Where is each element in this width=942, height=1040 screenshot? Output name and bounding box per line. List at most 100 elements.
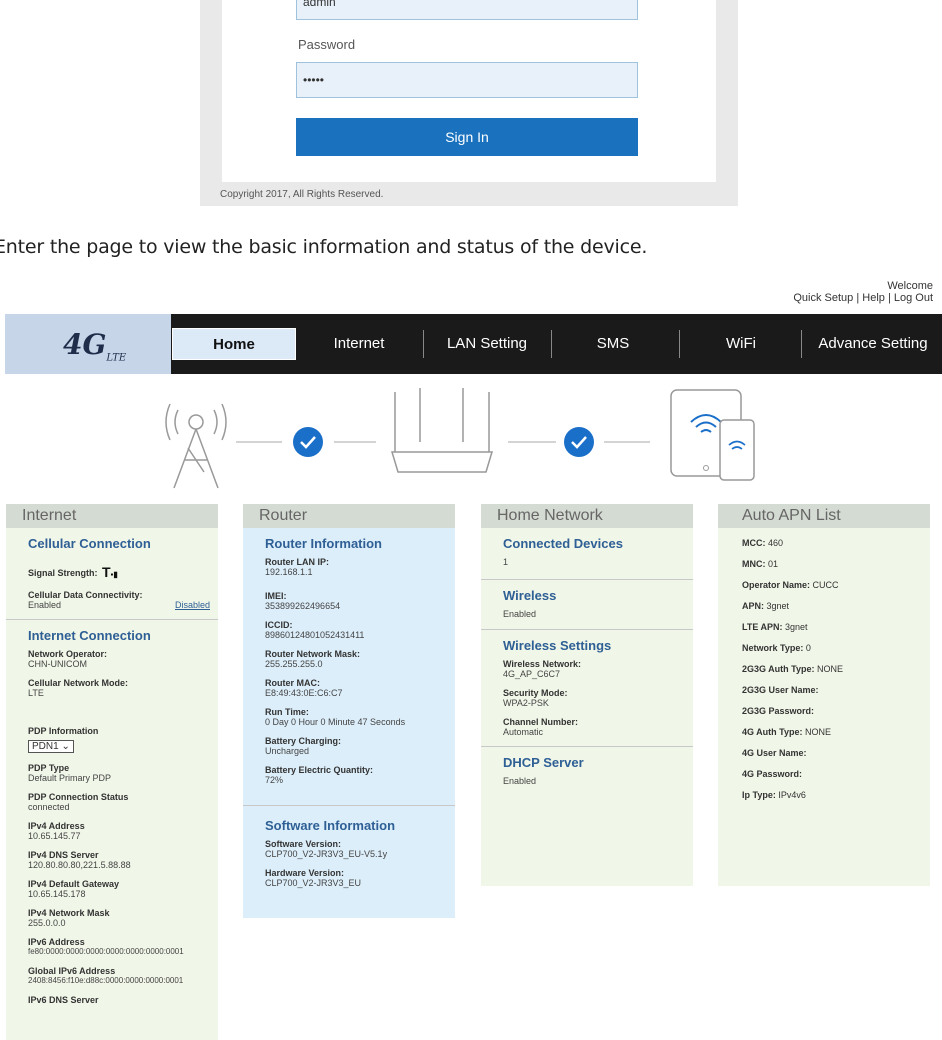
apn-field-value: 3gnet bbox=[766, 601, 790, 611]
field-value: 0 Day 0 Hour 0 Minute 47 Seconds bbox=[265, 717, 406, 727]
field-value: 120.80.80.80,221.5.88.88 bbox=[28, 860, 131, 870]
tab-internet[interactable]: Internet bbox=[311, 328, 407, 360]
field-label: Wireless Network: bbox=[503, 659, 581, 669]
username-input[interactable] bbox=[296, 0, 638, 20]
apn-field-value: NONE bbox=[805, 727, 832, 737]
section-heading: DHCP Server bbox=[503, 755, 584, 770]
field-value: 255.0.0.0 bbox=[28, 918, 66, 928]
field-value: CHN-UNICOM bbox=[28, 659, 87, 669]
welcome-text: Welcome bbox=[887, 280, 933, 292]
field-label: Router LAN IP: bbox=[265, 557, 329, 567]
field-label: Security Mode: bbox=[503, 688, 568, 698]
apn-field-label: 2G3G User Name: bbox=[742, 685, 819, 695]
apn-field-label: MNC: bbox=[742, 559, 766, 569]
field-label: IPv6 Address bbox=[28, 937, 85, 947]
field-label: IPv4 Address bbox=[28, 821, 85, 831]
field-label: PDP Connection Status bbox=[28, 792, 129, 802]
apn-row: LTE APN: 3gnet bbox=[742, 622, 908, 632]
field-value: WPA2-PSK bbox=[503, 698, 549, 708]
section-heading: Software Information bbox=[265, 818, 396, 833]
apn-field-value: 460 bbox=[768, 538, 784, 548]
signal-bars-icon: T▪▮ bbox=[101, 563, 118, 580]
section-heading: Connected Devices bbox=[503, 536, 623, 551]
panel-title: Auto APN List bbox=[718, 504, 930, 528]
apn-row: APN: 3gnet bbox=[742, 601, 908, 611]
field-label: IPv4 Default Gateway bbox=[28, 879, 120, 889]
field-value: LTE bbox=[28, 688, 44, 698]
field-value: Uncharged bbox=[265, 746, 310, 756]
chevron-down-icon: ⌄ bbox=[61, 741, 70, 752]
apn-row: Ip Type: IPv4v6 bbox=[742, 790, 908, 800]
apn-field-value: 01 bbox=[768, 559, 779, 569]
field-value: 255.255.255.0 bbox=[265, 659, 323, 669]
wireless-status: Enabled bbox=[503, 609, 537, 619]
field-label: Cellular Network Mode: bbox=[28, 678, 129, 688]
apn-field-label: Operator Name: bbox=[742, 580, 811, 590]
tab-wifi[interactable]: WiFi bbox=[691, 328, 791, 360]
tab-sms[interactable]: SMS bbox=[555, 328, 671, 360]
field-label: Hardware Version: bbox=[265, 868, 345, 878]
nav-divider bbox=[551, 330, 552, 358]
apn-field-label: LTE APN: bbox=[742, 622, 783, 632]
tab-lan-setting[interactable]: LAN Setting bbox=[427, 328, 547, 360]
caption-text: Enter the page to view the basic informa… bbox=[0, 236, 648, 258]
apn-row: Network Type: 0 bbox=[742, 643, 908, 653]
home-network-panel: Home Network Connected Devices 1 Wireles… bbox=[481, 504, 693, 886]
apn-row: 2G3G Auth Type: NONE bbox=[742, 664, 908, 674]
apn-row: 4G User Name: bbox=[742, 748, 908, 758]
main-nav: Home Internet LAN Setting SMS WiFi Advan… bbox=[171, 314, 942, 374]
field-label: Router Network Mask: bbox=[265, 649, 361, 659]
auto-apn-panel: Auto APN List MCC: 460 MNC: 01 Operator Na… bbox=[718, 504, 930, 886]
field-value: Automatic bbox=[503, 727, 544, 737]
field-label: Battery Electric Quantity: bbox=[265, 765, 374, 775]
field-value: fe80:0000:0000:0000:0000:0000:0000:0001 bbox=[28, 947, 184, 956]
panel-title: Router bbox=[243, 504, 455, 528]
sign-in-button[interactable]: Sign In bbox=[296, 118, 638, 156]
apn-field-label: 2G3G Password: bbox=[742, 706, 815, 716]
apn-field-label: 4G User Name: bbox=[742, 748, 807, 758]
field-label: IPv4 DNS Server bbox=[28, 850, 99, 860]
field-label: Global IPv6 Address bbox=[28, 966, 116, 976]
field-label: ICCID: bbox=[265, 620, 293, 630]
apn-row: 4G Password: bbox=[742, 769, 908, 779]
tab-home[interactable]: Home bbox=[172, 328, 296, 360]
tab-advance-setting[interactable]: Advance Setting bbox=[807, 328, 939, 360]
apn-field-value: 0 bbox=[805, 643, 811, 653]
top-links[interactable]: Quick Setup | Help | Log Out bbox=[793, 292, 933, 304]
apn-row: MNC: 01 bbox=[742, 559, 908, 569]
password-input[interactable] bbox=[296, 62, 638, 98]
apn-row: MCC: 460 bbox=[742, 538, 908, 548]
apn-row: Operator Name: CUCC bbox=[742, 580, 908, 590]
nav-divider bbox=[801, 330, 802, 358]
dhcp-status: Enabled bbox=[503, 776, 537, 786]
field-value: 192.168.1.1 bbox=[265, 567, 313, 577]
apn-field-label: 4G Password: bbox=[742, 769, 803, 779]
apn-field-value: IPv4v6 bbox=[778, 790, 806, 800]
field-value: 353899262496654 bbox=[265, 601, 341, 611]
tower-icon bbox=[165, 403, 227, 489]
internet-panel: Internet Cellular Connection Signal Stre… bbox=[6, 504, 218, 1040]
password-label: Password bbox=[298, 37, 356, 52]
connected-devices-count: 1 bbox=[503, 557, 509, 567]
pdp-select[interactable]: PDN1 ⌄ bbox=[28, 740, 74, 753]
field-label: PDP Type bbox=[28, 763, 70, 773]
section-heading: Cellular Connection bbox=[28, 536, 151, 551]
field-label: Software Version: bbox=[265, 839, 342, 849]
devices-icon bbox=[670, 389, 755, 481]
connection-diagram bbox=[165, 388, 755, 489]
field-label: Channel Number: bbox=[503, 717, 579, 727]
field-label: Run Time: bbox=[265, 707, 309, 717]
check-icon bbox=[564, 427, 594, 457]
field-value: connected bbox=[28, 802, 70, 812]
field-label: Network Operator: bbox=[28, 649, 108, 659]
apn-field-label: Network Type: bbox=[742, 643, 804, 653]
panel-title: Home Network bbox=[481, 504, 693, 528]
field-label: IPv6 DNS Server bbox=[28, 995, 99, 1005]
router-icon bbox=[390, 388, 494, 473]
field-value: 89860124801052431411 bbox=[265, 630, 365, 640]
disable-data-link[interactable]: Disabled bbox=[175, 600, 210, 610]
logo-bar: 4GLTE bbox=[5, 314, 171, 374]
copyright-text: Copyright 2017, All Rights Reserved. bbox=[220, 189, 384, 200]
apn-row: 2G3G Password: bbox=[742, 706, 908, 716]
field-value: 10.65.145.178 bbox=[28, 889, 86, 899]
